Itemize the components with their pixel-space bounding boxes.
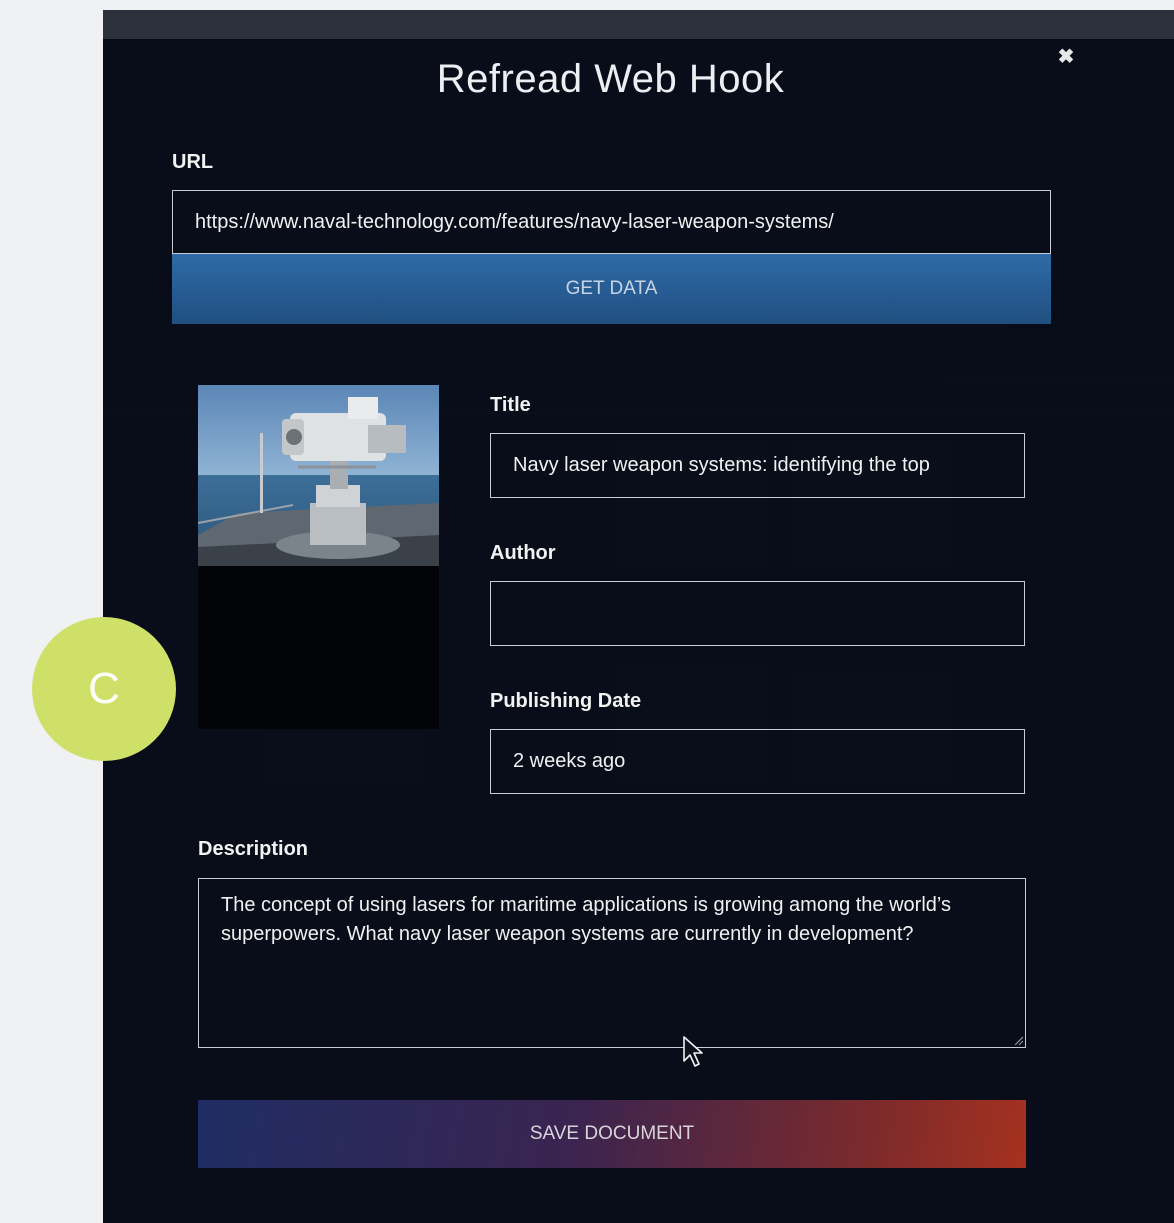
title-label: Title — [490, 394, 531, 416]
resize-grip-icon[interactable] — [1013, 1035, 1023, 1045]
save-document-button[interactable]: SAVE DOCUMENT — [198, 1100, 1026, 1168]
description-text: The concept of using lasers for maritime… — [221, 894, 951, 945]
url-input[interactable] — [172, 190, 1051, 254]
author-input[interactable] — [490, 581, 1025, 646]
mouse-pointer-icon — [683, 1036, 703, 1067]
title-input[interactable] — [490, 433, 1025, 498]
modal-title: Refread Web Hook — [436, 57, 785, 101]
avatar[interactable]: C — [32, 617, 176, 761]
get-data-button[interactable]: GET DATA — [172, 254, 1051, 324]
description-label: Description — [198, 838, 309, 860]
refread-web-hook-modal: ✖ Refread Web Hook URL GET DATA — [103, 39, 1174, 1223]
author-label: Author — [490, 542, 556, 564]
publishing-date-input[interactable] — [490, 729, 1025, 794]
url-label: URL — [172, 151, 214, 173]
app-backdrop: ✖ Refread Web Hook URL GET DATA — [103, 10, 1174, 1223]
screen: ✖ Refread Web Hook URL GET DATA — [0, 0, 1174, 1223]
article-image — [198, 385, 439, 729]
laser-weapon-photo-icon — [198, 385, 439, 566]
publishing-date-label: Publishing Date — [490, 690, 642, 712]
description-textarea[interactable]: The concept of using lasers for maritime… — [198, 878, 1026, 1048]
top-bar — [103, 10, 1174, 39]
